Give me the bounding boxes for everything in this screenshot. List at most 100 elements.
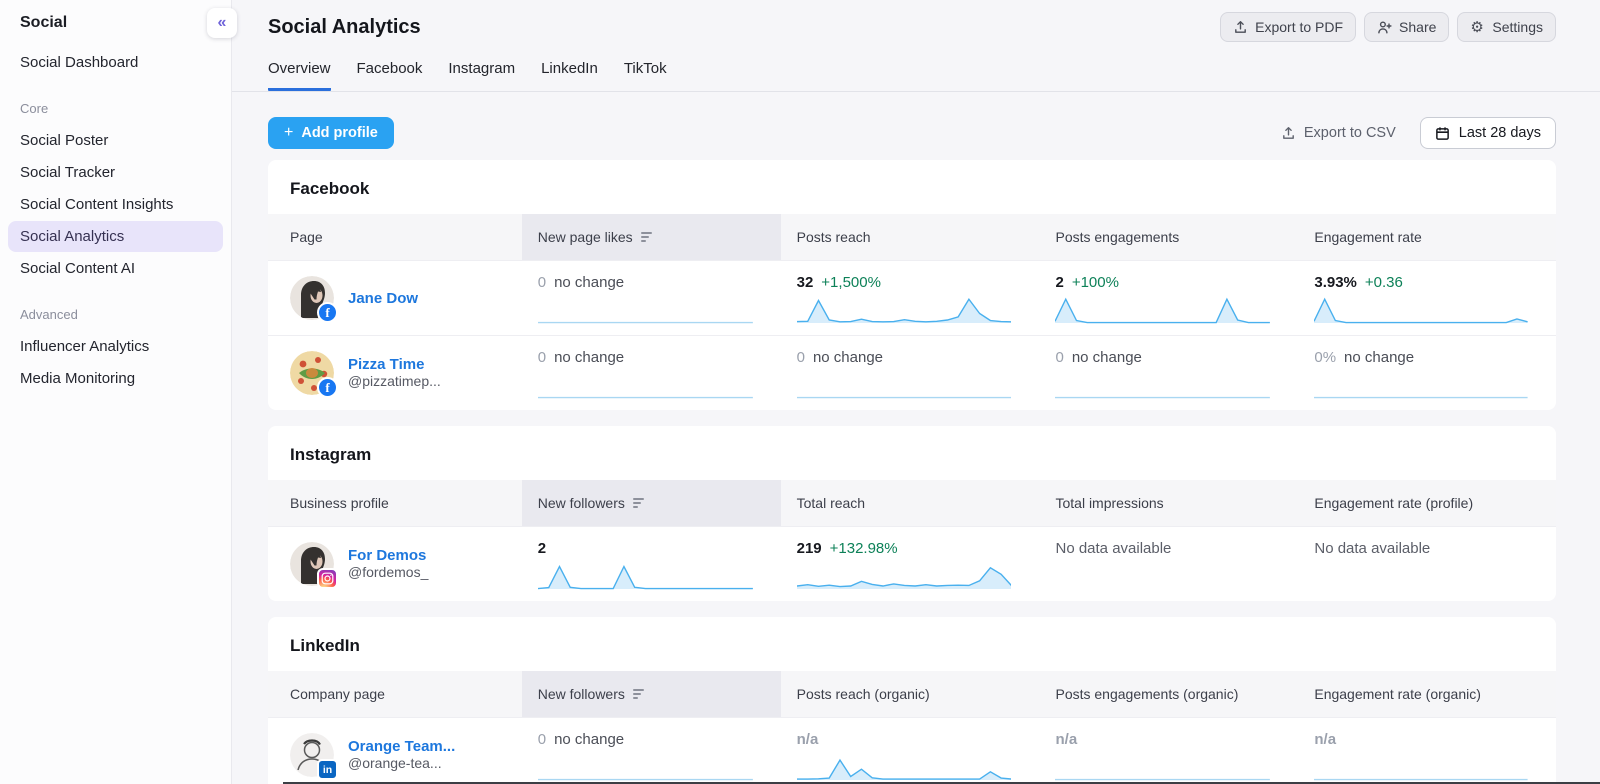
sidebar-section-label-core: Core <box>8 79 223 124</box>
metric-value: n/a <box>1055 731 1077 748</box>
linkedin-badge-icon: in <box>317 759 338 780</box>
top-actions: Export to PDF Share ⚙ Settings <box>1220 12 1556 42</box>
sidebar-nav: Social DashboardCoreSocial PosterSocial … <box>0 38 231 394</box>
sidebar-section-label-advanced: Advanced <box>8 285 223 330</box>
sidebar-header: Social <box>0 0 231 38</box>
column-header-page[interactable]: Page <box>268 214 522 260</box>
app-window: Social « Social DashboardCoreSocial Post… <box>0 0 1600 784</box>
profile-avatar: in <box>290 733 334 777</box>
metric-note: no change <box>813 349 883 366</box>
tab-bar: Overview Facebook Instagram LinkedIn TikTok <box>232 46 1600 92</box>
column-header-new-page-likes[interactable]: New page likes <box>522 214 781 260</box>
export-to-pdf-label: Export to PDF <box>1255 19 1343 35</box>
profile-avatar: f <box>290 276 334 320</box>
column-header-company-page[interactable]: Company page <box>268 671 522 717</box>
trend-sparkline <box>1055 751 1270 781</box>
settings-button[interactable]: ⚙ Settings <box>1457 12 1556 42</box>
trend-sparkline <box>538 560 753 590</box>
column-header-label: New followers <box>538 495 625 511</box>
tab-facebook[interactable]: Facebook <box>357 60 423 91</box>
tab-tiktok[interactable]: TikTok <box>624 60 667 91</box>
tab-instagram[interactable]: Instagram <box>448 60 515 91</box>
column-header-total-impressions[interactable]: Total impressions <box>1039 480 1298 526</box>
metric-note: No data available <box>1055 540 1171 557</box>
profile-avatar <box>290 542 334 586</box>
column-header-total-reach[interactable]: Total reach <box>781 480 1040 526</box>
share-label: Share <box>1399 19 1436 35</box>
calendar-icon <box>1435 126 1450 141</box>
gear-icon: ⚙ <box>1470 20 1485 35</box>
column-header-new-followers[interactable]: New followers <box>522 671 781 717</box>
trend-sparkline <box>1314 751 1528 781</box>
metric-value: 0% <box>1314 349 1336 366</box>
column-header-new-followers[interactable]: New followers <box>522 480 781 526</box>
tab-linkedin[interactable]: LinkedIn <box>541 60 598 91</box>
facebook-badge-icon: f <box>317 377 338 398</box>
metric-change: +1,500% <box>821 274 881 291</box>
column-header-business-profile[interactable]: Business profile <box>268 480 522 526</box>
settings-label: Settings <box>1492 19 1543 35</box>
column-header-label: Posts reach <box>797 229 871 245</box>
column-header-posts-reach-organic[interactable]: Posts reach (organic) <box>781 671 1040 717</box>
sidebar-item-social-poster[interactable]: Social Poster <box>8 125 223 156</box>
card-title-facebook: Facebook <box>268 160 1556 214</box>
trend-sparkline <box>538 294 753 324</box>
profile-name-link[interactable]: Pizza Time <box>348 356 441 373</box>
page-title: Social Analytics <box>268 16 421 39</box>
content: + Add profile Export to CSV Last 28 days… <box>232 92 1600 784</box>
sidebar-item-social-dashboard[interactable]: Social Dashboard <box>8 47 223 78</box>
trend-sparkline <box>538 369 753 399</box>
profile-cell: fPizza Time@pizzatimep... <box>268 336 522 410</box>
trend-sparkline <box>797 560 1012 590</box>
metric-note: no change <box>554 274 624 291</box>
metric-value: 0 <box>538 349 546 366</box>
profile-name-link[interactable]: For Demos <box>348 547 428 564</box>
date-range-button[interactable]: Last 28 days <box>1420 117 1556 149</box>
share-button[interactable]: Share <box>1364 12 1449 42</box>
sidebar-item-social-analytics[interactable]: Social Analytics <box>8 221 223 252</box>
column-header-label: Engagement rate (organic) <box>1314 686 1481 702</box>
tab-overview[interactable]: Overview <box>268 60 331 91</box>
metric-cell: 32+1,500% <box>781 261 1040 335</box>
export-csv-button[interactable]: Export to CSV <box>1281 125 1396 141</box>
sort-descending-icon <box>633 498 644 508</box>
profile-name-link[interactable]: Jane Dow <box>348 290 418 307</box>
profile-name-link[interactable]: Orange Team... <box>348 738 455 755</box>
sidebar-collapse-button[interactable]: « <box>207 8 237 38</box>
sidebar-item-social-tracker[interactable]: Social Tracker <box>8 157 223 188</box>
column-header-label: Page <box>290 229 323 245</box>
add-profile-button[interactable]: + Add profile <box>268 117 394 149</box>
sidebar-item-social-content-ai[interactable]: Social Content AI <box>8 253 223 284</box>
column-header-posts-engagements[interactable]: Posts engagements <box>1039 214 1298 260</box>
topbar: Social Analytics Export to PDF Share ⚙ Sett… <box>232 0 1600 46</box>
instagram-badge-icon <box>317 568 338 589</box>
column-header-engagement-rate[interactable]: Engagement rate <box>1298 214 1556 260</box>
column-header-engagement-rate-profile[interactable]: Engagement rate (profile) <box>1298 480 1556 526</box>
metric-cell: 219+132.98% <box>781 527 1040 601</box>
sort-descending-icon <box>633 689 644 699</box>
trend-sparkline <box>797 294 1012 324</box>
metric-cell: 0no change <box>522 718 781 784</box>
metric-value: 219 <box>797 540 822 557</box>
sidebar-item-influencer-analytics[interactable]: Influencer Analytics <box>8 331 223 362</box>
toolbar-right: Export to CSV Last 28 days <box>1281 117 1556 149</box>
column-header-posts-reach[interactable]: Posts reach <box>781 214 1040 260</box>
metric-cell: 0 no change <box>781 336 1040 410</box>
export-to-pdf-button[interactable]: Export to PDF <box>1220 12 1356 42</box>
metric-value: 0 <box>797 349 805 366</box>
metric-cell: n/a <box>1298 718 1556 784</box>
card-facebook: Facebook Page New page likes Posts reach Pos… <box>268 160 1556 410</box>
column-header-posts-engagements-organic[interactable]: Posts engagements (organic) <box>1039 671 1298 717</box>
metric-value: n/a <box>1314 731 1336 748</box>
column-header-engagement-rate-organic[interactable]: Engagement rate (organic) <box>1298 671 1556 717</box>
metric-cell: n/a <box>1039 718 1298 784</box>
network-cards: Facebook Page New page likes Posts reach Pos… <box>268 160 1556 784</box>
sidebar-item-media-monitoring[interactable]: Media Monitoring <box>8 363 223 394</box>
column-header-label: Business profile <box>290 495 389 511</box>
metric-note: No data available <box>1314 540 1430 557</box>
sidebar-title: Social <box>20 14 67 32</box>
sidebar: Social « Social DashboardCoreSocial Post… <box>0 0 232 784</box>
sidebar-item-social-content-insights[interactable]: Social Content Insights <box>8 189 223 220</box>
trend-sparkline <box>1055 369 1270 399</box>
table-header-row: Company pageNew followersPosts reach (or… <box>268 671 1556 717</box>
